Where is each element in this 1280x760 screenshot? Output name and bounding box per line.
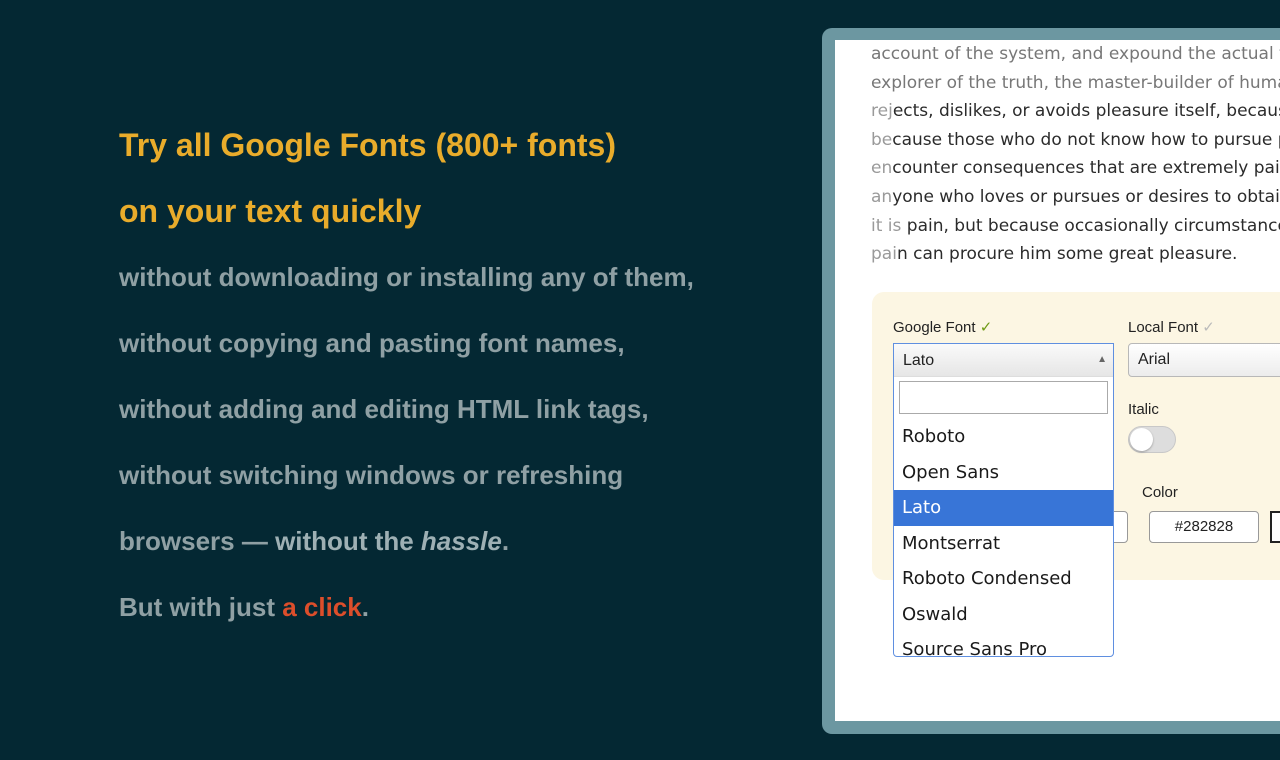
page: Try all Google Fonts (800+ fonts) on you… [0,0,1280,760]
headline-line-2: on your text quickly [119,193,422,229]
google-font-dropdown[interactable]: Lato ▲ Roboto Open Sans Lato Montserrat … [893,343,1114,657]
check-icon: ✓ [979,319,993,336]
sample-line-text: cause those who do not know how to pursu… [892,129,1280,150]
preview-content: account of the system, and expound the a… [835,40,1280,721]
sample-line: pain can procure him some great pleasure… [871,240,1280,269]
hero-copy: Try all Google Fonts (800+ fonts) on you… [119,112,759,640]
benefit-line-6-suffix: . [361,592,369,622]
google-font-label-text: Google Font [893,319,976,336]
sample-line-faded: an [871,186,893,207]
google-font-selected-value: Lato [903,352,935,369]
sample-line-text: counter consequences that are extremely … [892,158,1280,179]
chevron-up-icon: ▲ [1097,354,1107,365]
local-font-label-text: Local Font [1128,319,1199,336]
italic-toggle[interactable] [1128,426,1176,453]
italic-label: Italic [1128,401,1159,418]
local-font-select[interactable]: Arial [1128,343,1280,377]
color-swatch[interactable] [1270,511,1280,543]
font-option[interactable]: Source Sans Pro [894,632,1113,656]
sample-line: explorer of the truth, the master-builde… [871,69,1280,98]
benefit-line-5-prefix: browsers — [119,526,276,556]
sample-line: rejects, dislikes, or avoids pleasure it… [871,97,1280,126]
font-option[interactable]: Roboto Condensed [894,561,1113,597]
font-option[interactable]: Montserrat [894,526,1113,562]
color-field[interactable]: #282828 [1149,511,1259,543]
preview-window: account of the system, and expound the a… [822,28,1280,734]
sample-line: anyone who loves or pursues or desires t… [871,183,1280,212]
font-option[interactable]: Open Sans [894,455,1113,491]
sample-line-faded: en [871,158,893,179]
sample-line: it is pain, but because occasionally cir… [871,212,1280,241]
font-options-list: Roboto Open Sans Lato Montserrat Roboto … [894,419,1113,656]
google-font-label: Google Font ✓ [893,318,992,336]
font-option[interactable]: Roboto [894,419,1113,455]
benefit-line-6: But with just a click. [119,574,759,640]
sample-line: encounter consequences that are extremel… [871,154,1280,183]
benefit-line-6-prefix: But with just [119,592,283,622]
font-option-selected[interactable]: Lato [894,490,1113,526]
font-search-input[interactable] [899,381,1108,414]
font-option[interactable]: Oswald [894,597,1113,633]
benefit-line-4: without switching windows or refreshing [119,460,624,490]
sample-line-text: n can procure him some great pleasure. [896,244,1238,265]
headline-line-1: Try all Google Fonts (800+ fonts) [119,127,616,163]
sample-line-faded: rej [871,101,893,122]
google-font-select[interactable]: Lato ▲ [894,344,1113,377]
check-icon: ✓ [1202,319,1215,336]
benefit-line-5-strong: without the [275,526,421,556]
toggle-knob [1130,428,1153,451]
sample-line-text: yone who loves or pursues or desires to … [892,186,1280,207]
benefit-line-1: without downloading or installing any of… [119,262,694,292]
sample-line: account of the system, and expound the a… [871,40,1280,69]
sample-line-text: explorer of the truth, the master-builde… [871,72,1280,93]
local-font-label: Local Font ✓ [1128,318,1215,336]
sample-line-faded: pai [871,244,897,265]
color-label: Color [1142,484,1178,501]
benefit-line-5-suffix: . [501,526,510,556]
sample-line-text: account of the system, and expound the a… [871,44,1280,64]
sample-line-faded: be [871,129,893,150]
benefit-line-5-emphasis: hassle [420,526,502,556]
local-font-value: Arial [1138,351,1171,368]
sample-line: because those who do not know how to pur… [871,126,1280,155]
benefit-line-6-accent: a click [282,592,362,622]
sample-line-text: ects, dislikes, or avoids pleasure itsel… [892,101,1280,122]
sample-line-text: pain, but because occasionally circumsta… [901,215,1280,236]
sample-text: account of the system, and expound the a… [871,40,1280,269]
benefit-line-3: without adding and editing HTML link tag… [119,394,649,424]
benefit-line-5: browsers — without the hassle. [119,508,759,574]
benefit-line-2: without copying and pasting font names, [119,328,625,358]
sample-line-faded: it is [871,215,902,236]
